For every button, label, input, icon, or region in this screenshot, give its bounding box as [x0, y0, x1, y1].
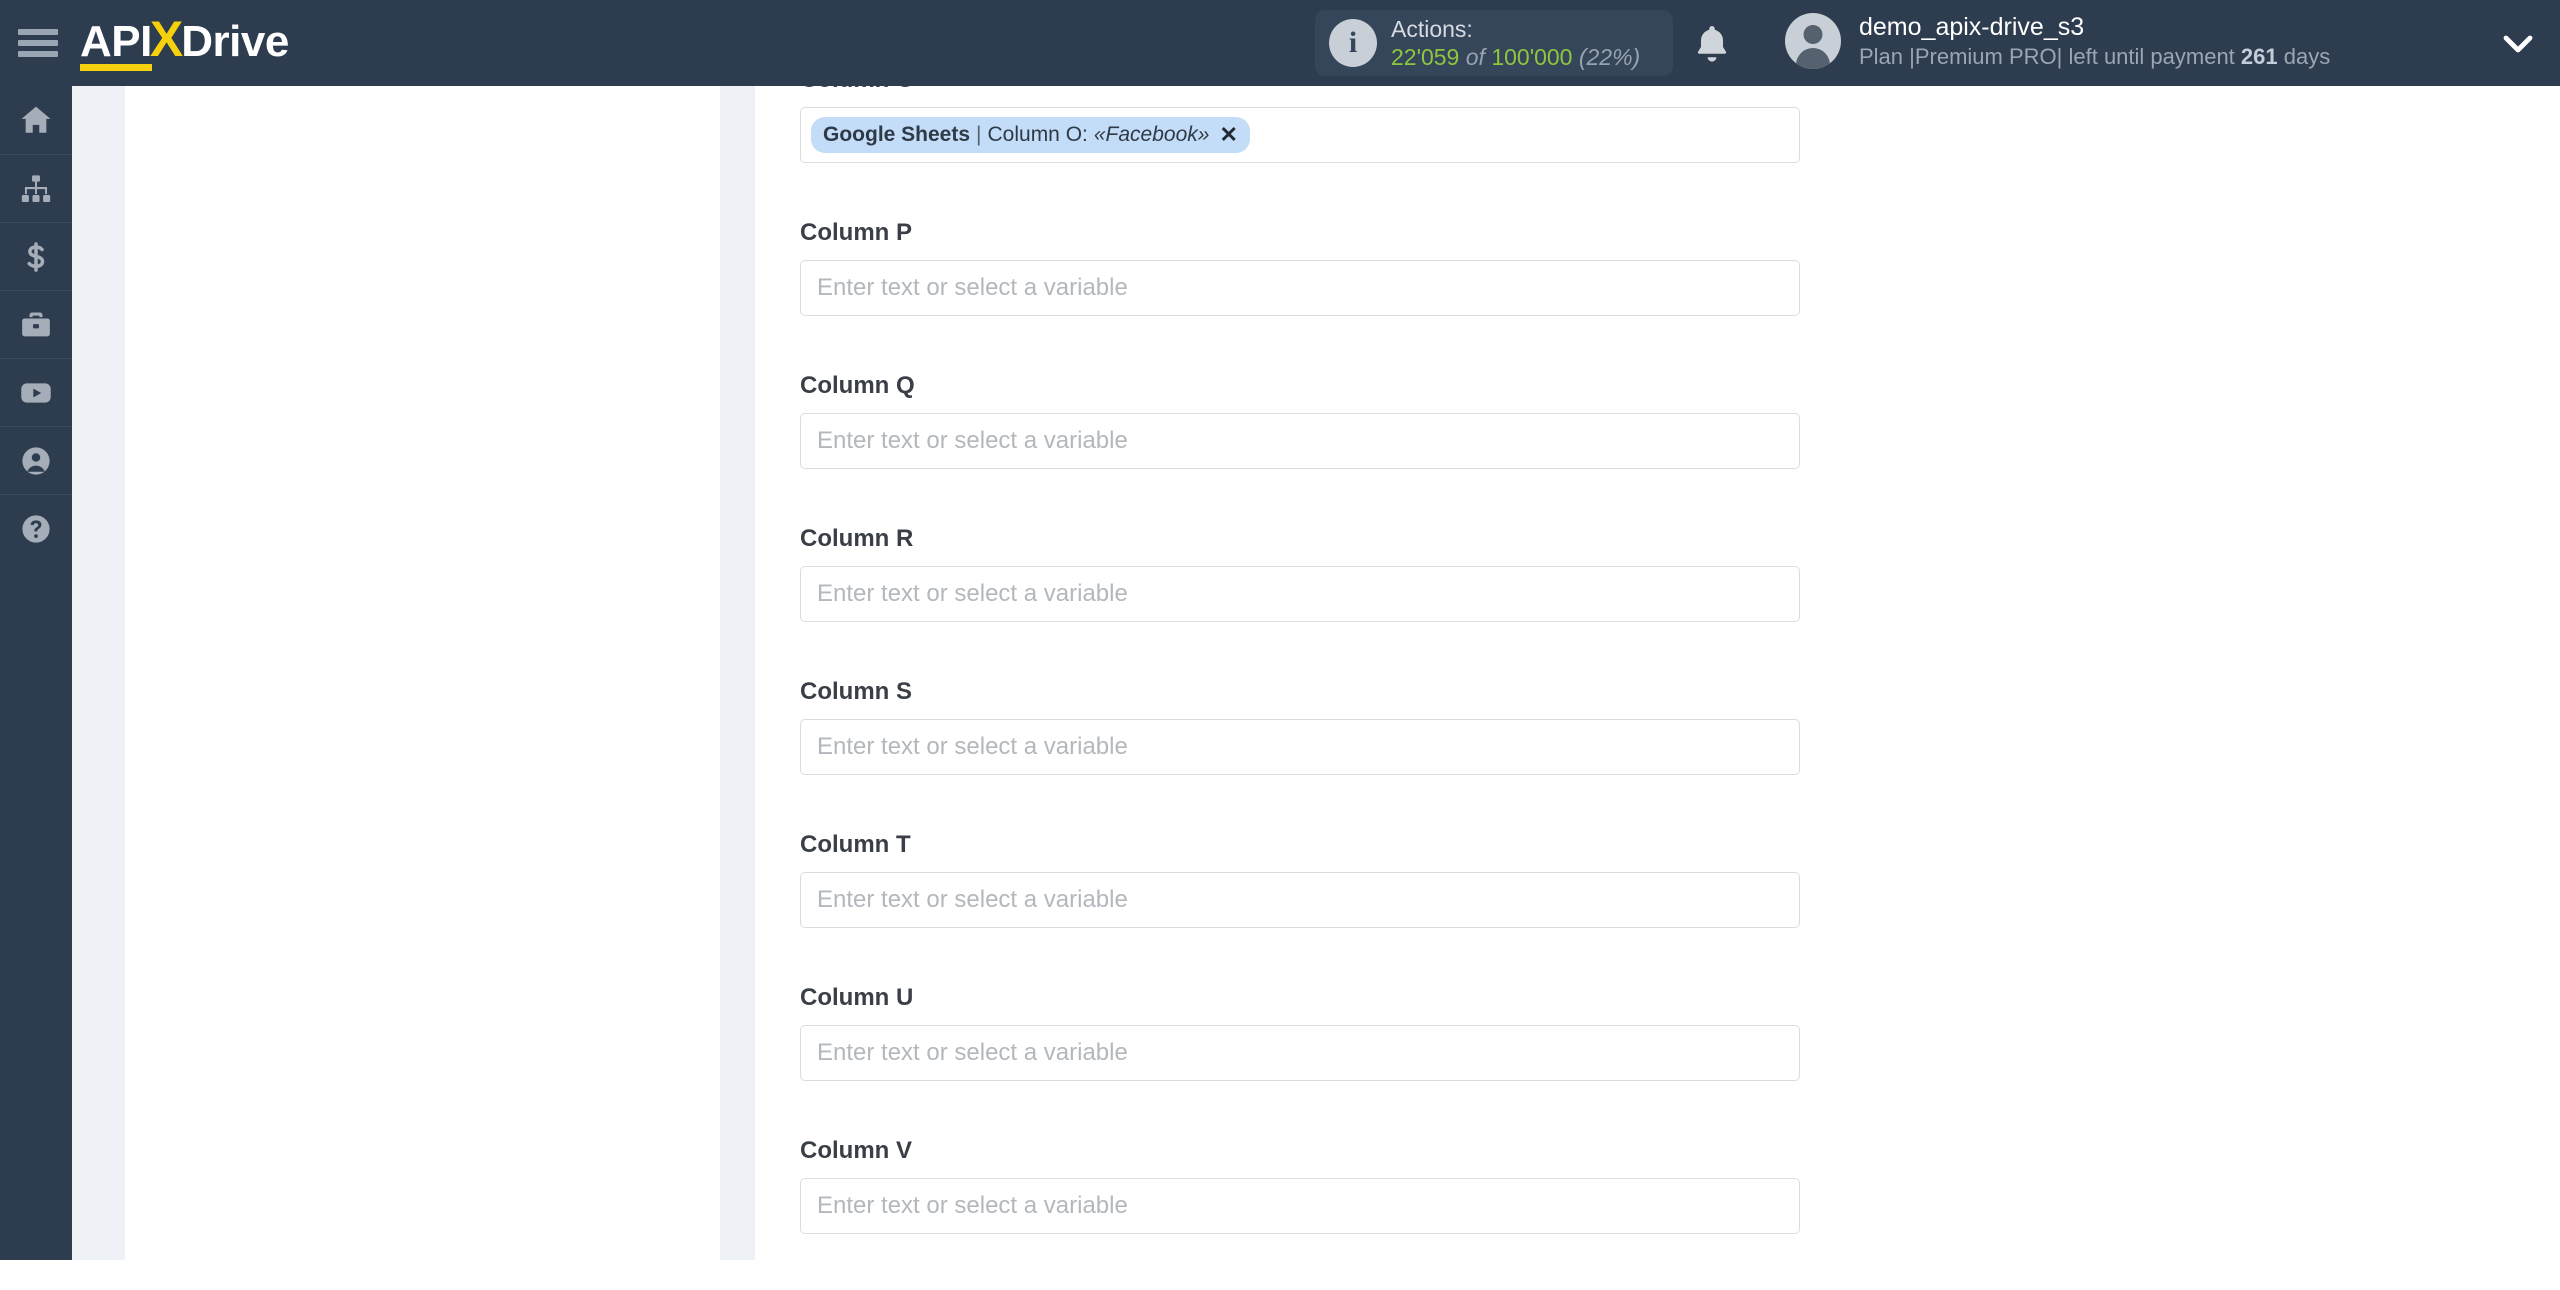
variable-input-column-q[interactable]: Enter text or select a variable — [800, 413, 1800, 469]
field-label: Column P — [800, 219, 912, 246]
logo-text-api: API — [80, 17, 152, 71]
info-icon: i — [1329, 19, 1377, 67]
sidebar-item-home[interactable] — [0, 86, 72, 154]
actions-percent: (22%) — [1578, 44, 1641, 70]
logo-text-x: X — [149, 11, 184, 67]
variable-input-column-p[interactable]: Enter text or select a variable — [800, 260, 1800, 316]
variable-input-column-o[interactable]: Google Sheets | Column O: «Facebook» ✕ — [800, 107, 1800, 163]
actions-total: 100'000 — [1491, 44, 1573, 70]
dollar-icon — [20, 240, 52, 274]
user-info: demo_apix-drive_s3 Plan |Premium PRO| le… — [1859, 12, 2330, 71]
briefcase-icon — [19, 308, 53, 342]
form-field: Column U Enter text or select a variable — [800, 984, 1800, 1081]
chip-remove-icon[interactable]: ✕ — [1219, 124, 1237, 146]
field-label: Column V — [800, 1137, 912, 1164]
logo-text-drive: Drive — [181, 17, 289, 66]
field-label: Column T — [800, 831, 911, 858]
variable-input-column-r[interactable]: Enter text or select a variable — [800, 566, 1800, 622]
actions-of-label: of — [1465, 44, 1485, 70]
form-field: Column T Enter text or select a variable — [800, 831, 1800, 928]
field-label: Column R — [800, 525, 914, 552]
user-plan-info: Plan |Premium PRO| left until payment 26… — [1859, 43, 2330, 71]
form-field: Column R Enter text or select a variable — [800, 525, 1800, 622]
youtube-icon — [19, 376, 53, 410]
chip-source: Google Sheets — [823, 123, 971, 146]
user-name: demo_apix-drive_s3 — [1859, 13, 2085, 41]
form-field: Column V Enter text or select a variable — [800, 1137, 1800, 1234]
sidebar-item-help[interactable] — [0, 494, 72, 562]
left-icon-rail — [0, 86, 72, 1260]
actions-quota-badge[interactable]: i Actions: 22'059 of 100'000 (22%) — [1315, 10, 1673, 76]
sitemap-icon — [19, 172, 53, 206]
field-label: Column Q — [800, 372, 915, 399]
actions-used: 22'059 — [1391, 44, 1460, 70]
variable-input-column-t[interactable]: Enter text or select a variable — [800, 872, 1800, 928]
sidebar-item-business[interactable] — [0, 290, 72, 358]
variable-input-column-u[interactable]: Enter text or select a variable — [800, 1025, 1800, 1081]
column-mapping-form: Column OGoogle Sheets|Column O:«Facebook… — [800, 66, 1800, 1290]
hamburger-line — [18, 51, 58, 57]
hamburger-menu-icon[interactable] — [18, 29, 58, 57]
variable-input-column-v[interactable]: Enter text or select a variable — [800, 1178, 1800, 1234]
top-header: API X Drive i Actions: 22'059 of 100'000… — [0, 0, 2560, 86]
bell-icon[interactable] — [1690, 22, 1734, 66]
form-field: Column P Enter text or select a variable — [800, 219, 1800, 316]
chip-column: Column O: — [987, 123, 1088, 146]
user-plan-days: 261 — [2240, 44, 2278, 70]
sidebar-item-connections[interactable] — [0, 154, 72, 222]
actions-quota-values: 22'059 of 100'000 (22%) — [1391, 43, 1640, 71]
variable-chip: Google Sheets | Column O: «Facebook» ✕ — [811, 117, 1250, 153]
sidebar-item-videos[interactable] — [0, 358, 72, 426]
form-field: Column S Enter text or select a variable — [800, 678, 1800, 775]
field-label: Column S — [800, 678, 912, 705]
actions-quota-title: Actions: — [1391, 15, 1473, 42]
apix-drive-logo[interactable]: API X Drive — [80, 11, 289, 71]
hamburger-line — [18, 40, 58, 46]
hamburger-line — [18, 29, 58, 35]
field-label: Column U — [800, 984, 914, 1011]
chevron-down-icon[interactable] — [2500, 32, 2536, 61]
sidebar-item-billing[interactable] — [0, 222, 72, 290]
main-content-panel: Column OGoogle Sheets|Column O:«Facebook… — [755, 66, 2560, 1260]
user-plan-prefix: Plan |Premium PRO| left until payment — [1859, 44, 2241, 70]
form-field: Column Q Enter text or select a variable — [800, 372, 1800, 469]
chip-separator: | — [976, 123, 982, 146]
user-icon — [19, 444, 53, 478]
sidebar-item-profile[interactable] — [0, 426, 72, 494]
user-avatar-icon — [1785, 13, 1841, 70]
variable-input-column-s[interactable]: Enter text or select a variable — [800, 719, 1800, 775]
help-icon — [19, 512, 53, 546]
actions-quota-text: Actions: 22'059 of 100'000 (22%) — [1391, 15, 1640, 71]
left-content-panel — [125, 86, 720, 1260]
chip-variable: «Facebook» — [1093, 123, 1210, 146]
user-plan-suffix: days — [2277, 44, 2331, 70]
home-icon — [19, 103, 53, 137]
user-account-menu[interactable]: demo_apix-drive_s3 Plan |Premium PRO| le… — [1785, 12, 2330, 71]
